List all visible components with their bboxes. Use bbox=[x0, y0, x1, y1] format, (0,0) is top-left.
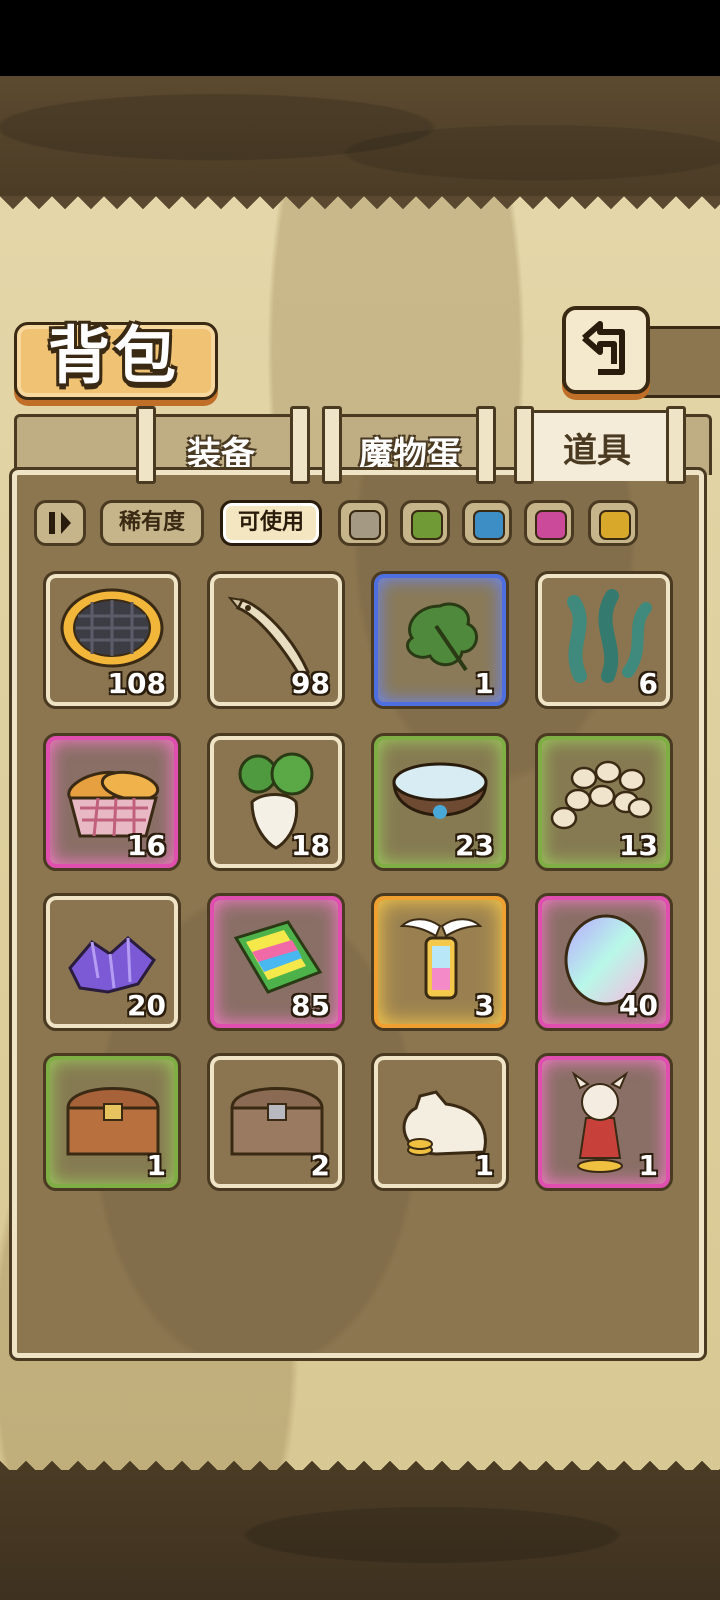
item-slot[interactable]: 1 bbox=[371, 1053, 509, 1191]
torn-edge-bottom bbox=[0, 1448, 720, 1474]
tab-blank bbox=[14, 414, 144, 475]
sort-order-button[interactable] bbox=[34, 500, 86, 546]
item-slot[interactable]: 23 bbox=[371, 733, 509, 871]
item-count: 98 bbox=[291, 667, 330, 700]
status-bar bbox=[0, 0, 720, 76]
tab-divider bbox=[514, 406, 534, 484]
item-count: 6 bbox=[638, 667, 658, 700]
tab-divider bbox=[666, 406, 686, 484]
rarity-filter-gray[interactable] bbox=[338, 500, 388, 546]
tab-monster-egg-label: 魔物蛋 bbox=[359, 435, 461, 475]
item-slot[interactable]: 1 bbox=[371, 571, 509, 709]
item-slot[interactable]: 2 bbox=[207, 1053, 345, 1191]
tab-equipment[interactable]: 装备 bbox=[144, 414, 298, 475]
swatch-dot bbox=[473, 510, 505, 540]
tab-divider bbox=[290, 406, 310, 484]
item-slot[interactable]: 85 bbox=[207, 893, 345, 1031]
torn-edge-top bbox=[0, 196, 720, 222]
item-slot[interactable]: 40 bbox=[535, 893, 673, 1031]
item-slot[interactable]: 13 bbox=[535, 733, 673, 871]
rarity-filter-green[interactable] bbox=[400, 500, 450, 546]
rarity-filter-blue[interactable] bbox=[462, 500, 512, 546]
item-count: 40 bbox=[619, 989, 658, 1022]
usable-filter-button[interactable]: 可使用 bbox=[220, 500, 322, 546]
map-background-bottom bbox=[0, 1470, 720, 1600]
item-count: 85 bbox=[291, 989, 330, 1022]
item-count: 1 bbox=[474, 1149, 494, 1182]
item-count: 13 bbox=[619, 829, 658, 862]
map-background-top bbox=[0, 76, 720, 204]
tab-equipment-label: 装备 bbox=[187, 435, 255, 475]
tab-divider bbox=[476, 406, 496, 484]
item-slot[interactable]: 20 bbox=[43, 893, 181, 1031]
item-count: 23 bbox=[455, 829, 494, 862]
usable-filter-label: 可使用 bbox=[237, 510, 304, 535]
swatch-dot bbox=[349, 510, 381, 540]
item-count: 1 bbox=[638, 1149, 658, 1182]
item-slot[interactable]: 108 bbox=[43, 571, 181, 709]
item-count: 1 bbox=[474, 667, 494, 700]
item-count: 2 bbox=[310, 1149, 330, 1182]
swatch-dot bbox=[599, 510, 631, 540]
tab-monster-egg[interactable]: 魔物蛋 bbox=[330, 414, 490, 475]
item-count: 18 bbox=[291, 829, 330, 862]
item-slot[interactable]: 1 bbox=[43, 1053, 181, 1191]
item-slot[interactable]: 6 bbox=[535, 571, 673, 709]
tab-divider bbox=[136, 406, 156, 484]
item-count: 3 bbox=[474, 989, 494, 1022]
item-slot[interactable]: 3 bbox=[371, 893, 509, 1031]
rarity-sort-label: 稀有度 bbox=[118, 510, 185, 535]
item-count: 1 bbox=[146, 1149, 166, 1182]
item-slot[interactable]: 18 bbox=[207, 733, 345, 871]
page-title: 背包 bbox=[47, 319, 180, 392]
waffle-ring-icon bbox=[60, 588, 164, 668]
item-count: 16 bbox=[127, 829, 166, 862]
rarity-filter-gold[interactable] bbox=[588, 500, 638, 546]
rarity-filter-pink[interactable] bbox=[524, 500, 574, 546]
item-slot[interactable]: 16 bbox=[43, 733, 181, 871]
item-count: 20 bbox=[127, 989, 166, 1022]
rarity-sort-button[interactable]: 稀有度 bbox=[100, 500, 204, 546]
tab-items-label: 道具 bbox=[563, 431, 631, 471]
tab-divider bbox=[322, 406, 342, 484]
item-count: 108 bbox=[107, 667, 166, 700]
item-slot[interactable]: 98 bbox=[207, 571, 345, 709]
back-button[interactable] bbox=[562, 306, 650, 394]
swatch-dot bbox=[535, 510, 567, 540]
sort-order-icon bbox=[49, 512, 71, 534]
item-slot[interactable]: 1 bbox=[535, 1053, 673, 1191]
tab-items[interactable]: 道具 bbox=[520, 410, 674, 481]
swatch-dot bbox=[411, 510, 443, 540]
return-arrow-icon bbox=[582, 321, 625, 375]
